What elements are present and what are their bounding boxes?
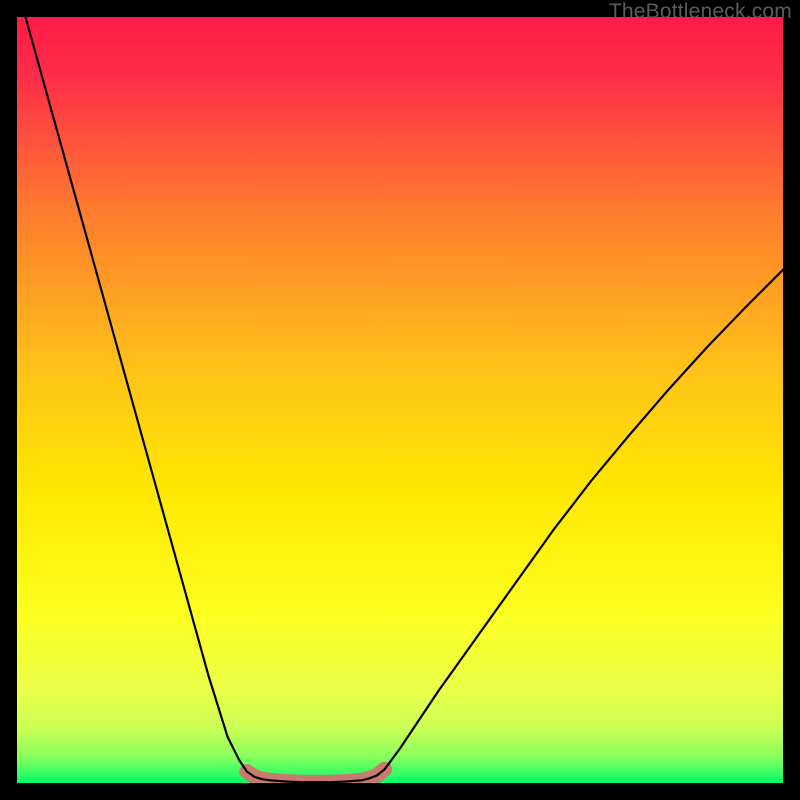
gradient-background — [17, 17, 783, 783]
watermark-text: TheBottleneck.com — [609, 0, 792, 24]
plot-area — [17, 17, 783, 783]
chart-stage: TheBottleneck.com — [0, 0, 800, 800]
